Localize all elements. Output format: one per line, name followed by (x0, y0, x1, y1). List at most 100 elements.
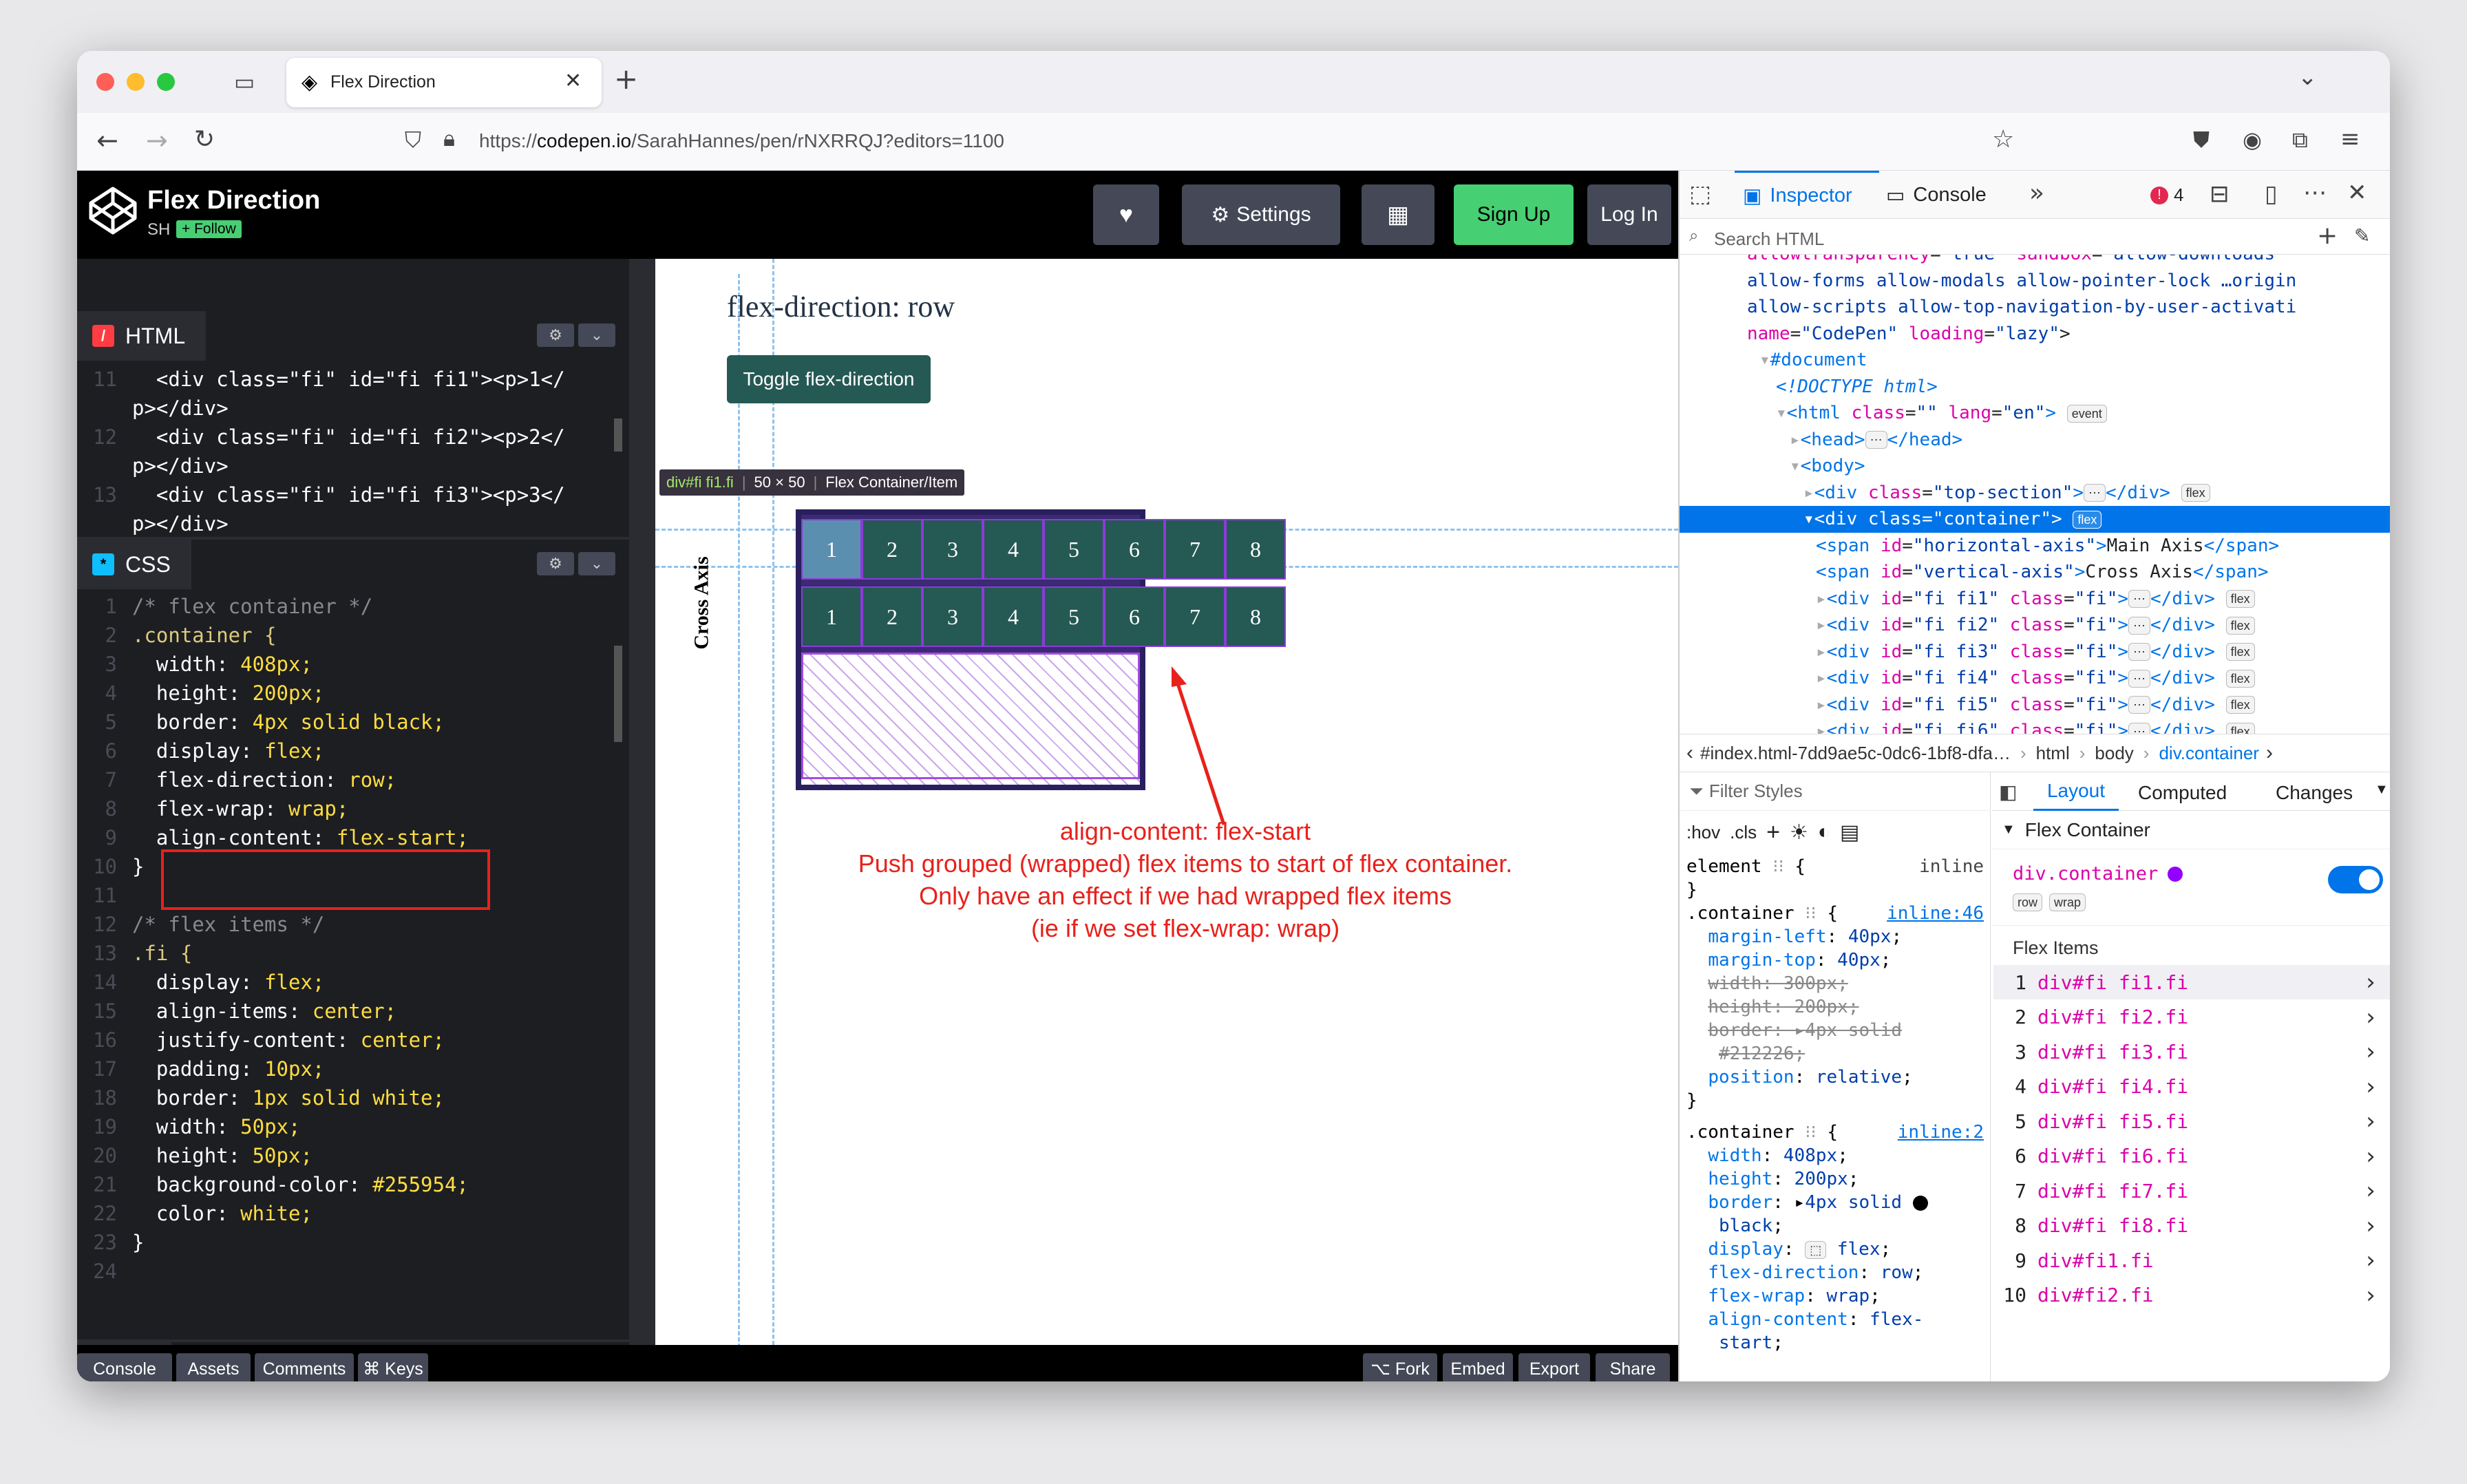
export-button[interactable]: Export (1518, 1353, 1590, 1381)
css-rule-line[interactable]: black; (1686, 1214, 1991, 1238)
dom-node[interactable]: allow-forms allow-modals allow-pointer-l… (1680, 268, 2390, 295)
eyedropper-icon[interactable]: ✎ (2354, 224, 2370, 247)
dom-node[interactable]: ▸<div id="fi fi1" class="fi"> ⋯ </div> fle… (1680, 586, 2390, 613)
flex-item-row[interactable]: 10 div#fi2.fi › (1993, 1278, 2390, 1313)
flex-item-row[interactable]: 8 div#fi fi8.fi › (1993, 1209, 2390, 1243)
css-rule-line[interactable]: } (1686, 878, 1991, 902)
pen-title[interactable]: Flex Direction (147, 186, 320, 215)
toggle-sidebar-icon[interactable]: ◧ (1999, 781, 2017, 803)
flex-item[interactable]: 3 (922, 586, 983, 647)
add-node-icon[interactable]: + (2317, 222, 2338, 250)
codepen-logo-icon[interactable] (87, 184, 139, 237)
breadcrumb-item[interactable]: div.container (2159, 743, 2259, 764)
css-rule-line[interactable]: flex-wrap: wrap; (1686, 1284, 1991, 1308)
flex-container[interactable]: 12345678 12345678 (796, 509, 1286, 790)
extensions-icon[interactable]: ⧉ (2292, 127, 2308, 153)
minimize-window-button[interactable] (127, 73, 145, 91)
pocket-icon[interactable]: ⛊ (2193, 127, 2210, 153)
flex-item[interactable]: 4 (983, 519, 1044, 580)
dom-node[interactable]: ▸<div id="fi fi6" class="fi"> ⋯ </div> fle… (1680, 718, 2390, 734)
dom-node[interactable]: ▾#document (1680, 347, 2390, 374)
css-rule-line[interactable]: border: ▸4px solid (1686, 1019, 1991, 1042)
tab-inspector[interactable]: ▣ Inspector (1735, 171, 1879, 219)
flex-item[interactable]: 3 (922, 519, 983, 580)
css-rule-line[interactable]: height: 200px; (1686, 1167, 1991, 1191)
forward-icon[interactable]: → (146, 125, 168, 156)
more-tabs-icon[interactable]: » (2029, 179, 2044, 207)
html-settings-button[interactable]: ⚙ (537, 324, 574, 347)
toggle-direction-button[interactable]: Toggle flex-direction (727, 355, 931, 403)
dark-theme-icon[interactable]: ◐ (1818, 820, 1830, 844)
flex-item[interactable]: 8 (1225, 519, 1286, 580)
css-rule-line[interactable]: element ⁝⁝ {inline (1686, 855, 1991, 878)
css-rule-line[interactable]: display: ⬚ flex; (1686, 1238, 1991, 1261)
dom-node[interactable]: <span id="vertical-axis">Cross Axis</spa… (1680, 559, 2390, 586)
flex-item[interactable]: 1 (801, 519, 862, 580)
dom-node[interactable]: allow-scripts allow-top-navigation-by-us… (1680, 294, 2390, 321)
comments-button[interactable]: Comments (255, 1353, 354, 1381)
breadcrumb-back-icon[interactable]: ‹ (1686, 741, 1693, 765)
tab-changes[interactable]: Changes (2276, 782, 2353, 804)
breadcrumb-item[interactable]: #index.html-7dd9ae5c-0dc6-1bf8-dfa… (1700, 743, 2011, 764)
html-code-editor[interactable]: 11 <div class="fi" id="fi fi1"><p>1</ p><… (77, 365, 564, 537)
html-scrollbar[interactable] (614, 418, 622, 452)
dock-icon[interactable]: ⊟ (2210, 180, 2230, 208)
flex-item[interactable]: 2 (862, 519, 922, 580)
close-tab-icon[interactable]: ✕ (564, 69, 582, 93)
flex-item[interactable]: 2 (862, 586, 922, 647)
dom-node-selected[interactable]: ▾<div class="container"> flex (1680, 506, 2390, 533)
bookmark-star-icon[interactable]: ☆ (1992, 125, 2014, 153)
cls-toggle[interactable]: .cls (1730, 822, 1757, 843)
follow-button[interactable]: + Follow (176, 220, 242, 238)
add-rule-icon[interactable]: + (1766, 819, 1780, 846)
shield-icon[interactable]: ⛉ (405, 127, 421, 153)
error-count[interactable]: ! 4 (2150, 184, 2183, 206)
dom-node[interactable]: ▸<div id="fi fi3" class="fi"> ⋯ </div> fle… (1680, 639, 2390, 666)
close-devtools-icon[interactable]: ✕ (2347, 179, 2367, 206)
dom-node[interactable]: <!DOCTYPE html> (1680, 374, 2390, 401)
dom-node[interactable]: ▸<div class="top-section"> ⋯ </div> flex (1680, 480, 2390, 507)
dom-node[interactable]: ▸<div id="fi fi5" class="fi"> ⋯ </div> fle… (1680, 692, 2390, 719)
css-code-editor[interactable]: 1/* flex container */ 2 .container {3 widt… (77, 592, 469, 1315)
print-icon[interactable]: ▤ (1840, 820, 1859, 845)
flex-container-selector[interactable]: div.container (2013, 863, 2183, 884)
share-button[interactable]: Share (1596, 1353, 1670, 1381)
tab-computed[interactable]: Computed (2138, 782, 2227, 804)
tab-overview-icon[interactable]: ▭ (234, 69, 255, 95)
maximize-window-button[interactable] (157, 73, 175, 91)
flex-item-row[interactable]: 6 div#fi fi6.fi › (1993, 1139, 2390, 1174)
css-rule-line[interactable]: height: 200px; (1686, 995, 1991, 1019)
reload-icon[interactable]: ↻ (194, 125, 215, 153)
css-rule-line[interactable]: border: ▸4px solid (1686, 1191, 1991, 1214)
tab-console[interactable]: ▭ Console (1886, 171, 1987, 219)
css-rule-line[interactable]: flex-direction: row; (1686, 1261, 1991, 1284)
embed-button[interactable]: Embed (1443, 1353, 1513, 1381)
html-collapse-button[interactable]: ⌄ (578, 324, 615, 347)
url-field[interactable]: https://codepen.io/SarahHannes/pen/rNXRR… (479, 130, 1004, 152)
css-rule-line[interactable]: align-content: flex- (1686, 1308, 1991, 1331)
resize-handle[interactable] (629, 259, 655, 1345)
flex-item[interactable]: 5 (1044, 519, 1104, 580)
breadcrumb-forward-icon[interactable]: › (2266, 741, 2273, 765)
css-rule-line[interactable]: position: relative; (1686, 1066, 1991, 1089)
flex-item-row[interactable]: 3 div#fi fi3.fi › (1993, 1035, 2390, 1069)
account-icon[interactable]: ◉ (2243, 127, 2262, 153)
keys-button[interactable]: ⌘ Keys (358, 1353, 428, 1381)
css-rule-line[interactable]: .container ⁝⁝ {inline:2 (1686, 1121, 1991, 1144)
css-rule-line[interactable]: margin-left: 40px; (1686, 925, 1991, 948)
breadcrumb-item[interactable]: html (2036, 743, 2070, 764)
highlight-color-swatch[interactable] (2168, 866, 2183, 882)
dom-node[interactable]: ▾<body> (1680, 453, 2390, 480)
dom-node[interactable]: ▸<div id="fi fi4" class="fi"> ⋯ </div> fle… (1680, 665, 2390, 692)
responsive-icon[interactable]: ▯ (2265, 180, 2278, 208)
filter-styles-input[interactable]: Filter Styles (1709, 781, 1803, 802)
flex-item[interactable]: 6 (1104, 519, 1165, 580)
flex-item[interactable]: 7 (1165, 519, 1225, 580)
element-picker-icon[interactable]: ⬚ (1689, 180, 1711, 208)
flex-item[interactable]: 8 (1225, 586, 1286, 647)
flex-item[interactable]: 7 (1165, 586, 1225, 647)
css-scrollbar[interactable] (614, 646, 622, 742)
console-button[interactable]: Console (77, 1353, 172, 1381)
flex-highlight-toggle[interactable] (2328, 866, 2383, 893)
css-rule-line[interactable]: .container ⁝⁝ {inline:46 (1686, 902, 1991, 925)
